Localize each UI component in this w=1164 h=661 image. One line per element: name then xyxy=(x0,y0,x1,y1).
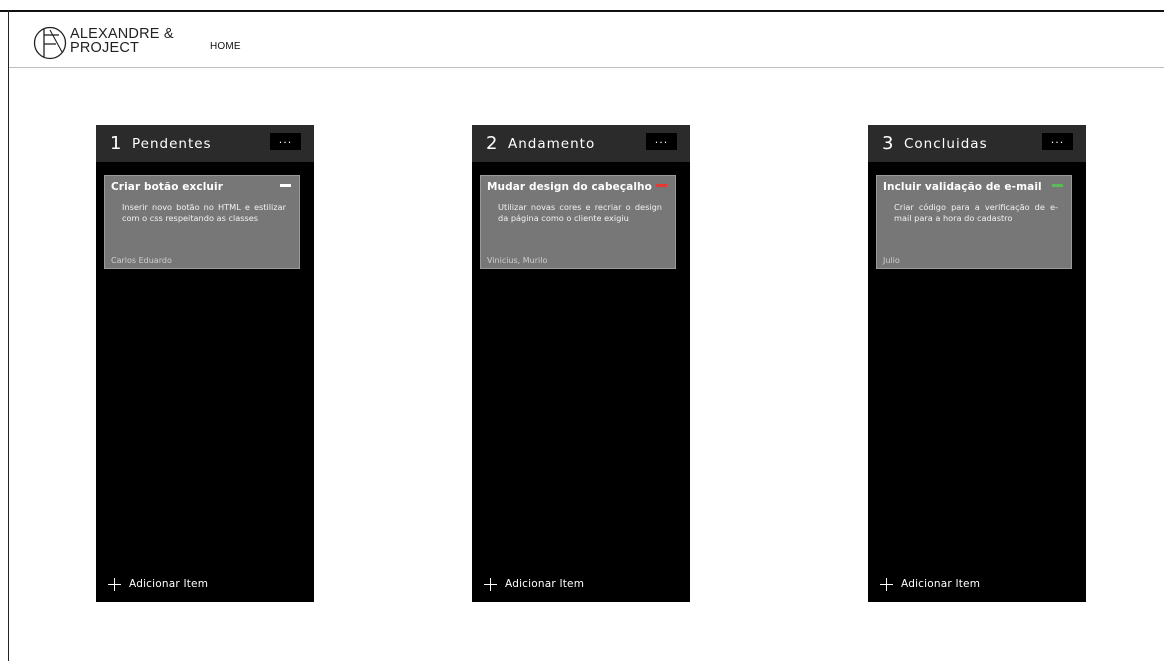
window-left-border xyxy=(8,10,9,661)
card-title: Incluir validação de e-mail xyxy=(883,181,1042,193)
column-header: 3 Concluidas ... xyxy=(868,125,1086,162)
task-card[interactable]: Criar botão excluir Inserir novo botão n… xyxy=(104,175,300,269)
brand-line-1: ALEXANDRE & xyxy=(70,26,174,42)
priority-flag-icon xyxy=(280,184,291,187)
card-description: Utilizar novas cores e recriar o design … xyxy=(498,202,662,223)
task-card[interactable]: Mudar design do cabeçalho Utilizar novas… xyxy=(480,175,676,269)
column-menu-button[interactable]: ... xyxy=(1042,133,1073,150)
plus-icon xyxy=(108,577,121,591)
priority-flag-icon xyxy=(1052,184,1063,187)
column-title: Concluidas xyxy=(904,136,988,152)
column-title: Andamento xyxy=(508,136,596,152)
plus-icon xyxy=(484,577,497,591)
card-author: Carlos Eduardo xyxy=(111,256,172,265)
add-item-label: Adicionar Item xyxy=(901,578,981,590)
card-author: Julio xyxy=(883,256,900,265)
column-header: 2 Andamento ... xyxy=(472,125,690,162)
brand-line-2: PROJECT xyxy=(70,40,140,56)
column-number: 2 xyxy=(486,133,498,154)
nav-home-link[interactable]: HOME xyxy=(210,41,241,52)
header: ALEXANDRE & PROJECT HOME xyxy=(9,12,1164,68)
card-title: Criar botão excluir xyxy=(111,181,223,193)
column-menu-button[interactable]: ... xyxy=(270,133,301,150)
column-header: 1 Pendentes ... xyxy=(96,125,314,162)
column-title: Pendentes xyxy=(132,136,212,152)
add-item-button[interactable]: Adicionar Item xyxy=(108,576,208,592)
column-pendentes: 1 Pendentes ... Criar botão excluir Inse… xyxy=(96,125,314,602)
column-number: 1 xyxy=(110,133,122,154)
add-item-button[interactable]: Adicionar Item xyxy=(880,576,980,592)
column-menu-button[interactable]: ... xyxy=(646,133,677,150)
column-concluidas: 3 Concluidas ... Incluir validação de e-… xyxy=(868,125,1086,602)
column-andamento: 2 Andamento ... Mudar design do cabeçalh… xyxy=(472,125,690,602)
card-title: Mudar design do cabeçalho xyxy=(487,181,652,193)
task-card[interactable]: Incluir validação de e-mail Criar código… xyxy=(876,175,1072,269)
card-description: Inserir novo botão no HTML e estilizar c… xyxy=(122,202,286,223)
plus-icon xyxy=(880,577,893,591)
column-number: 3 xyxy=(882,133,894,154)
add-item-label: Adicionar Item xyxy=(505,578,585,590)
add-item-label: Adicionar Item xyxy=(129,578,209,590)
card-author: Vinicius, Murilo xyxy=(487,256,548,265)
card-description: Criar código para a verificação de e-mai… xyxy=(894,202,1058,223)
logo-icon xyxy=(33,26,67,60)
priority-flag-icon xyxy=(656,184,667,187)
add-item-button[interactable]: Adicionar Item xyxy=(484,576,584,592)
brand-name: ALEXANDRE & PROJECT xyxy=(70,26,174,56)
